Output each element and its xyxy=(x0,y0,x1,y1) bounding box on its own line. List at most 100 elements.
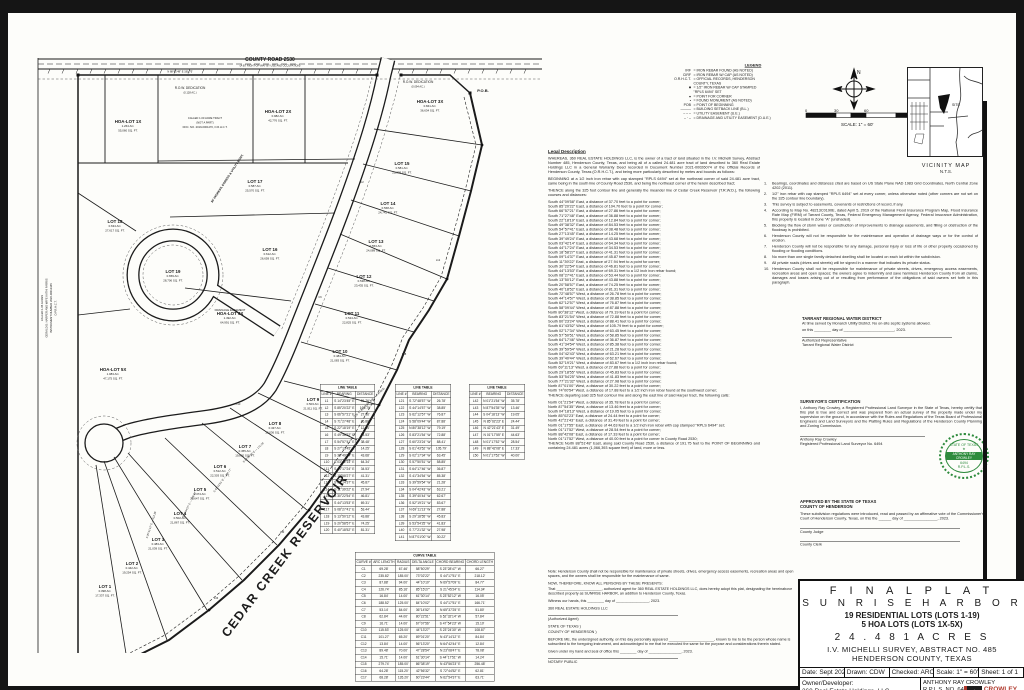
line-table-3-row: L47N 01°17'55" E44.63' xyxy=(469,432,524,439)
curve-table-row: C862.84'44.00'80°22'51"S 52°32'14" W57.8… xyxy=(355,613,494,620)
line-table-1-cell: 27.94' xyxy=(356,486,375,493)
curve-table-cell: 94.00' xyxy=(396,579,411,586)
curve-table-row: C169.28'67.46'58°50'29"S 23°28'47" W66.2… xyxy=(355,566,494,573)
line-table-1-cell: 27.86' xyxy=(356,411,375,418)
line-table-1-cell: S 30°22'54" E xyxy=(333,493,356,500)
note-number: 10. xyxy=(764,267,772,285)
scale-tick-label: 60 xyxy=(864,109,869,113)
note-item: 1.Bearings, coordinates and distances ci… xyxy=(764,181,978,190)
line-table-2-cell: L37 xyxy=(395,507,408,514)
line-table-2-row: L40S 77°21'32" W27.98' xyxy=(395,527,450,534)
curve-table-cell: 84.84' xyxy=(465,634,494,641)
crowley-logo-icon: ✦ xyxy=(964,686,982,690)
curve-table-cell: 218.12' xyxy=(465,573,494,580)
line-table-3-cell: 13.46' xyxy=(506,405,525,412)
line-table-1-cell: S 09°14'37" E xyxy=(333,479,356,486)
line-table-2-row: L29S 02°17'34" W63.45' xyxy=(395,452,450,459)
curve-table-cell: C6 xyxy=(355,600,372,607)
line-table-2-cell: L32 xyxy=(395,473,408,480)
map-annotation: CALLED 1.00 ACRE TRACT xyxy=(188,116,223,120)
curve-table-cell: C14 xyxy=(355,654,372,661)
curve-table-cell: S 23°52'12" W xyxy=(435,593,465,600)
curve-table-cell: S 44°17'51" W xyxy=(435,654,465,661)
line-table-2-cell: L23 xyxy=(395,411,408,418)
curve-table-cell: C10 xyxy=(355,627,372,634)
note-item: 5.Blocking the flow of storm water or co… xyxy=(764,223,978,232)
line-table-2-cell: S 29°18'55" W xyxy=(408,513,432,520)
curve-table-cell: 14.00' xyxy=(396,641,411,648)
line-table-2-row: L26S 83°21'54" W72.88' xyxy=(395,432,450,439)
note-item: 9.All private roads (drives and streets)… xyxy=(764,261,978,266)
line-table-2-cell: S 83°21'54" W xyxy=(408,432,432,439)
line-table-2-cell: N 80°38'12" W xyxy=(408,425,432,432)
line-table-2-cell: L29 xyxy=(395,452,408,459)
lot-label: LOT 30.483 AC.21,039 SQ. FT. xyxy=(148,537,168,550)
scale-tick-label: 0 xyxy=(805,109,808,113)
line-table-3-cell: L44 xyxy=(469,411,482,418)
map-annotation: L12 xyxy=(436,258,441,262)
plat-type-title: F I N A L P L A T xyxy=(800,585,1024,597)
curve-table-cell: 14.00' xyxy=(396,620,411,627)
curve-table-cell: 87.88' xyxy=(372,579,396,586)
line-table-2-row: L38S 29°18'55" W45.83' xyxy=(395,513,450,520)
line-table-2-cell: 27.88' xyxy=(432,507,451,514)
curve-table: CURVE TABLECURVE #ARC LENGTHRADIUSDELTA … xyxy=(355,552,515,690)
curve-table-row: C1213.84'14.00'56°13'20"N 64°42'44" E12.… xyxy=(355,641,494,648)
map-annotation: (0.094 AC.) xyxy=(411,85,424,89)
curve-table-cell: 69.28' xyxy=(372,566,396,573)
curve-table-header: CURVE # xyxy=(355,559,372,566)
curve-table-row: C10115.53'125.00'44°13'27"S 23°24'30" W1… xyxy=(355,627,494,634)
curve-table-row: C6188.52'125.00'84°10'02"S 44°17'51" E16… xyxy=(355,600,494,607)
line-table-2-cell: 27.98' xyxy=(432,527,451,534)
curve-table-cell: 64.28' xyxy=(372,668,396,675)
line-table-1-cell: S 44°17'24" E xyxy=(333,466,356,473)
map-annotation: (0.128 AC.) xyxy=(183,91,196,95)
map-annotation: O.P.R.H.C.T. xyxy=(54,300,58,315)
line-table-1-cell: L16 xyxy=(320,500,333,507)
line-table-3-cell: 24.44' xyxy=(506,418,525,425)
line-table-1-cell: 12.84' xyxy=(356,425,375,432)
curve-table-cell: 44.00' xyxy=(396,613,411,620)
curve-table-cell: 101.27' xyxy=(372,634,396,641)
line-table-1-cell: S 85°20'22" E xyxy=(333,405,356,412)
dedication-line: (Authorized Agent) xyxy=(548,617,796,622)
line-table-1-cell: 81.31' xyxy=(356,527,375,534)
line-table-1-cell: L13 xyxy=(320,479,333,486)
line-table-3-cell: L49 xyxy=(469,445,482,452)
map-annotation: (NOT A PART) xyxy=(196,121,213,125)
lot-label: LOT 160.612 AC.26,659 SQ. FT. xyxy=(260,247,280,260)
line-table-2-cell: S 39°59'54" W xyxy=(408,479,432,486)
curve-table-cell: 126.74' xyxy=(372,586,396,593)
line-table-3-cell: 44.63' xyxy=(506,432,525,439)
line-table-2-cell: L36 xyxy=(395,500,408,507)
north-arrow-icon: N xyxy=(826,65,882,111)
line-table-1-row: L8S 27°13'45" E14.25' xyxy=(320,445,374,452)
line-table-3-header: DISTANCE xyxy=(506,391,525,398)
scale-tick-label: 30 xyxy=(834,109,839,113)
curve-table-cell: 115.53' xyxy=(372,627,396,634)
line-table-1-cell: L8 xyxy=(320,445,333,452)
curve-table-cell: S 52°32'14" W xyxy=(435,613,465,620)
line-table-3-cell: N 85°02'23" E xyxy=(482,418,506,425)
line-table-2-row: L35S 39°40'44" W62.67' xyxy=(395,493,450,500)
cert-heading: SURVEYOR'S CERTIFICATION xyxy=(800,399,982,404)
line-table-2-cell: 38.85' xyxy=(432,405,451,412)
line-table-3-header: LINE # xyxy=(469,391,482,398)
line-table-2-cell: 30.22' xyxy=(432,534,451,541)
curve-table-cell: C5 xyxy=(355,593,372,600)
line-table-3-cell: 17.33' xyxy=(506,445,525,452)
line-table-3-cell: N 01°21'54" W xyxy=(482,398,506,405)
line-table-1-cell: L2 xyxy=(320,405,333,412)
curve-table-cell: 86°38'19" xyxy=(411,661,435,668)
curve-table-cell: 84.77' xyxy=(465,579,494,586)
curve-table-header: CHORD LENGTH xyxy=(465,559,494,566)
hoa-lot-label: HOA-LOT 5X1.083 AC.47,175 SQ. FT. xyxy=(100,367,127,380)
line-table-1-cell: L14 xyxy=(320,486,333,493)
line-table-2-header: BEARING xyxy=(408,391,432,398)
note-item: 2.1/2" iron rebar with cap stamped "RPLS… xyxy=(764,192,978,201)
setback-easement-lines xyxy=(38,77,542,470)
lot-label: LOT 180.634 AC.27,617 SQ. FT. xyxy=(105,219,125,232)
curve-table-cell: 36°14'52" xyxy=(411,607,435,614)
note-text: All private roads (drives and streets) w… xyxy=(772,261,978,266)
curve-table-row: C1415.71'14.00'61°30'14"S 44°17'51" W14.… xyxy=(355,654,494,661)
